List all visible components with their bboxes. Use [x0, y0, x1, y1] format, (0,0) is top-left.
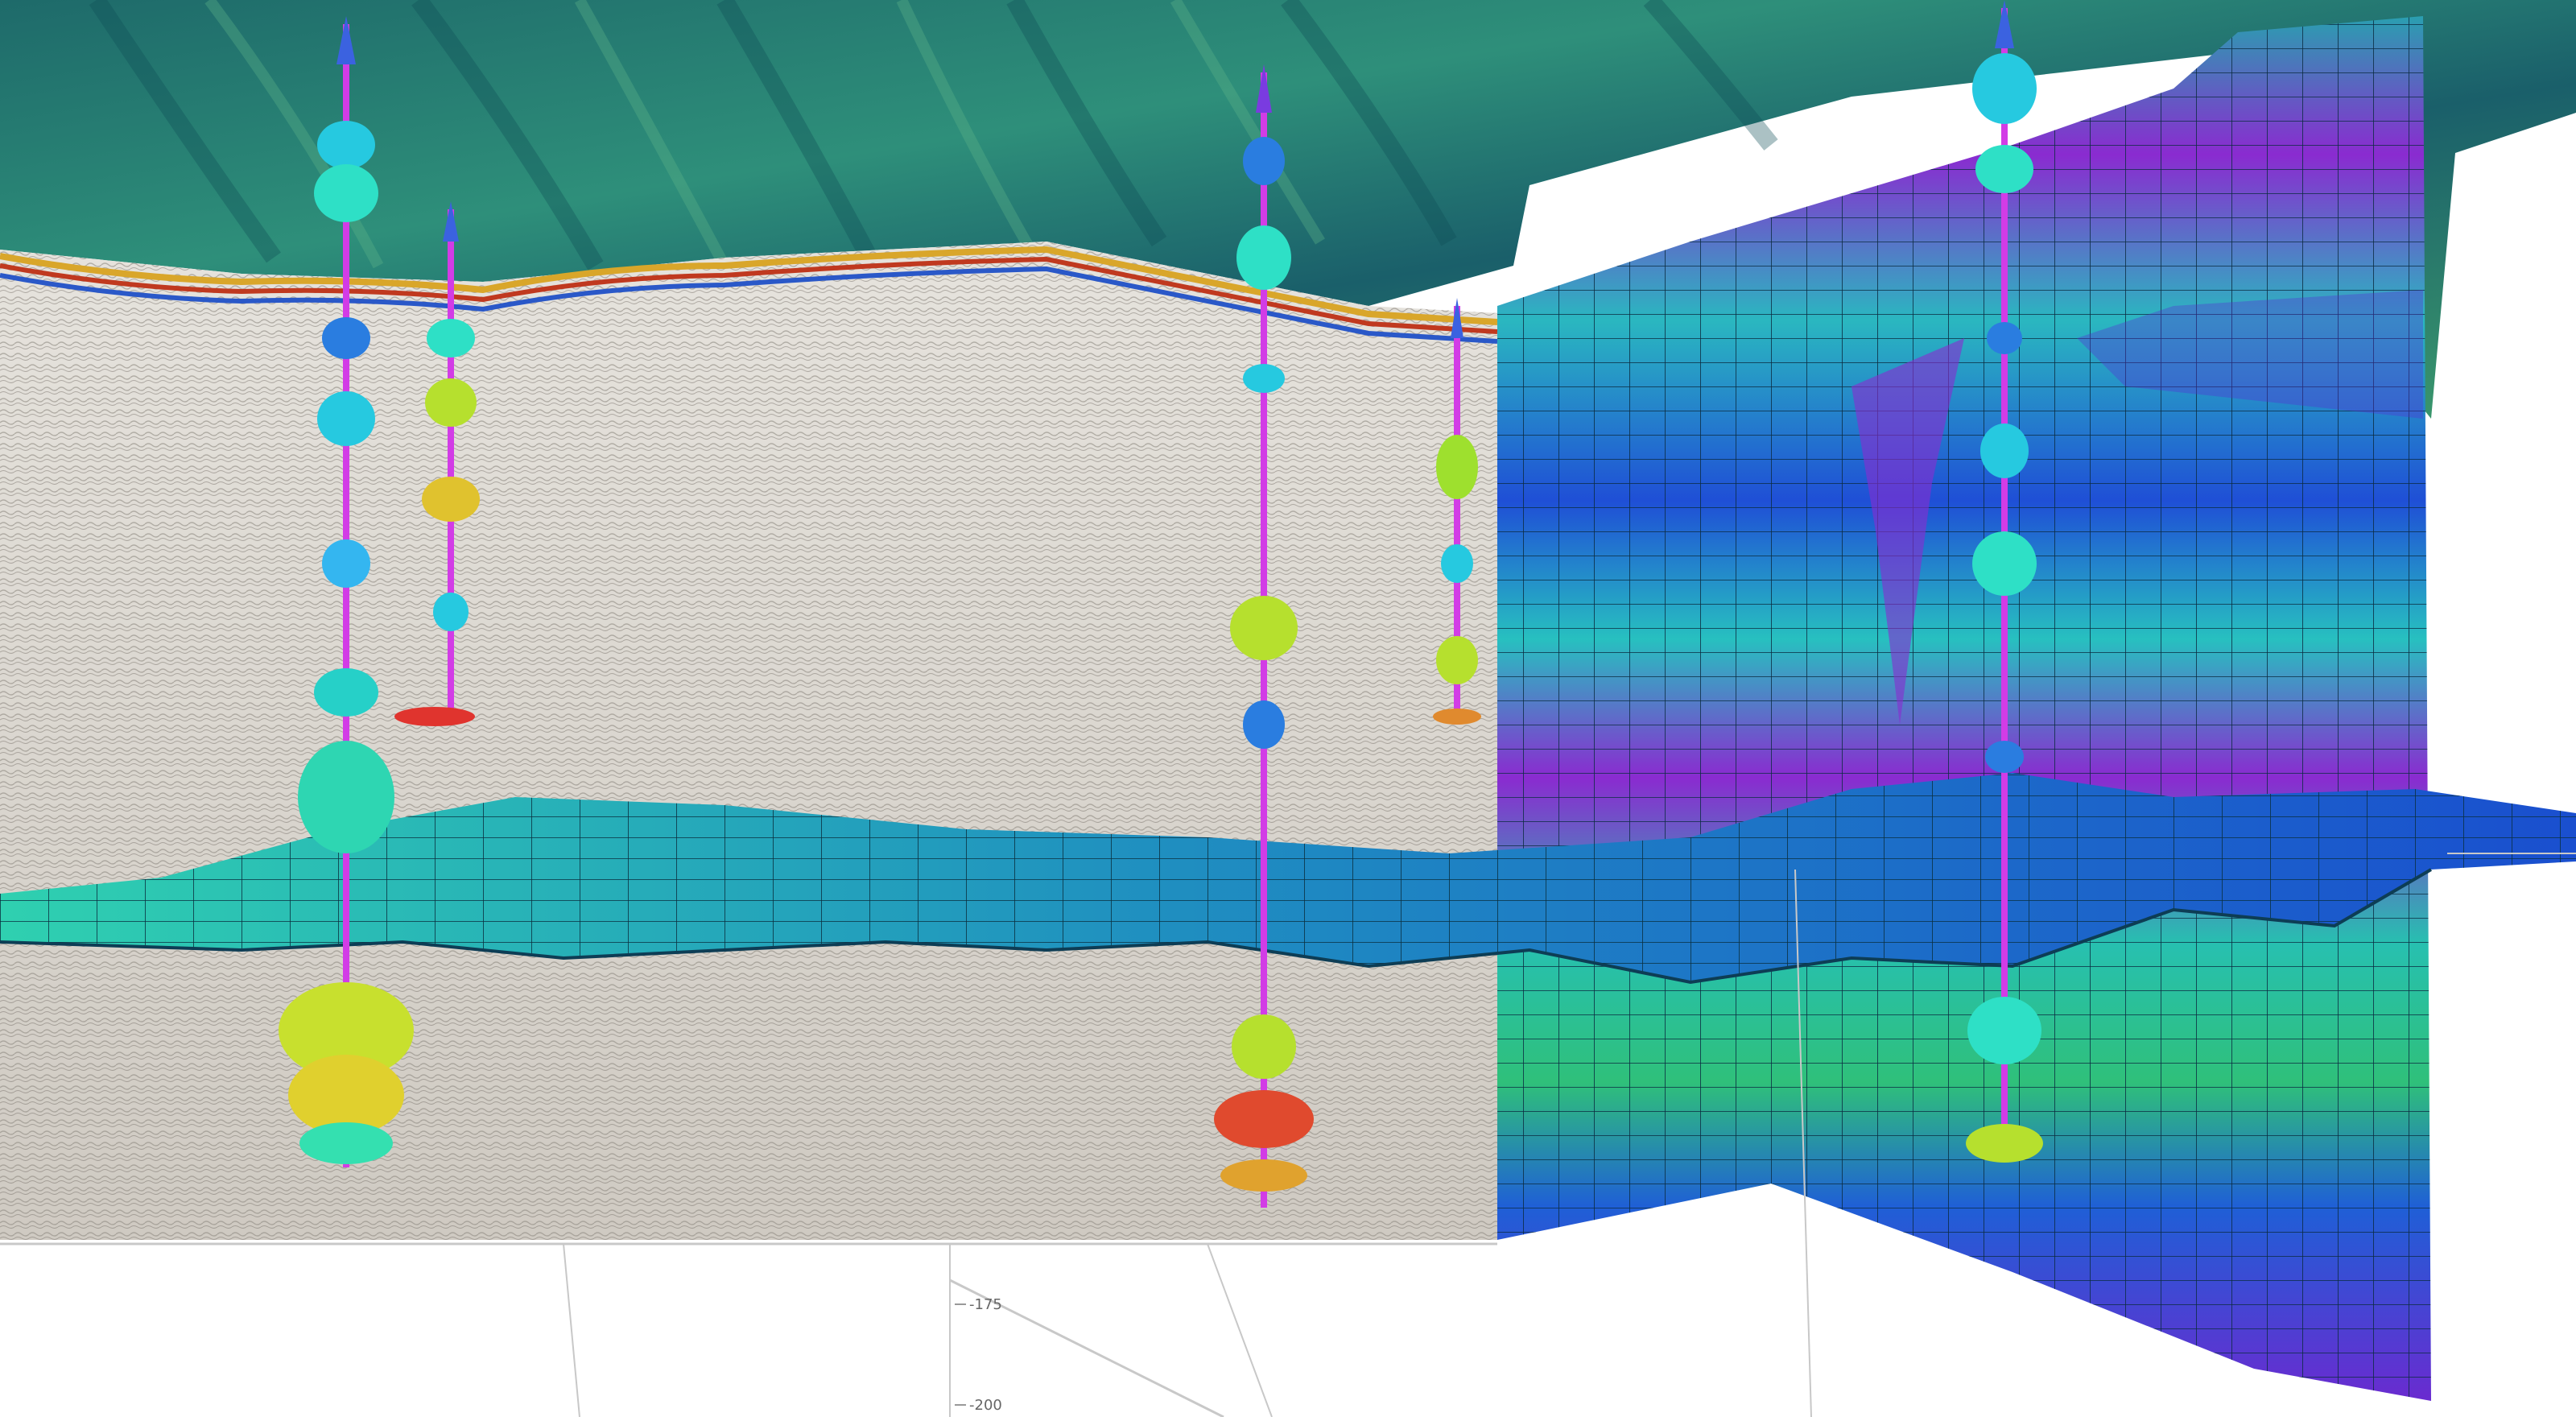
3d-viewport[interactable]: -175 -200	[0, 0, 2576, 1417]
axis-tick-label: -175	[969, 1296, 1002, 1313]
seismic-section	[0, 242, 1513, 1240]
reservoir-grid-panel	[1497, 16, 2431, 1401]
axis-tick-label: -200	[969, 1397, 1002, 1414]
